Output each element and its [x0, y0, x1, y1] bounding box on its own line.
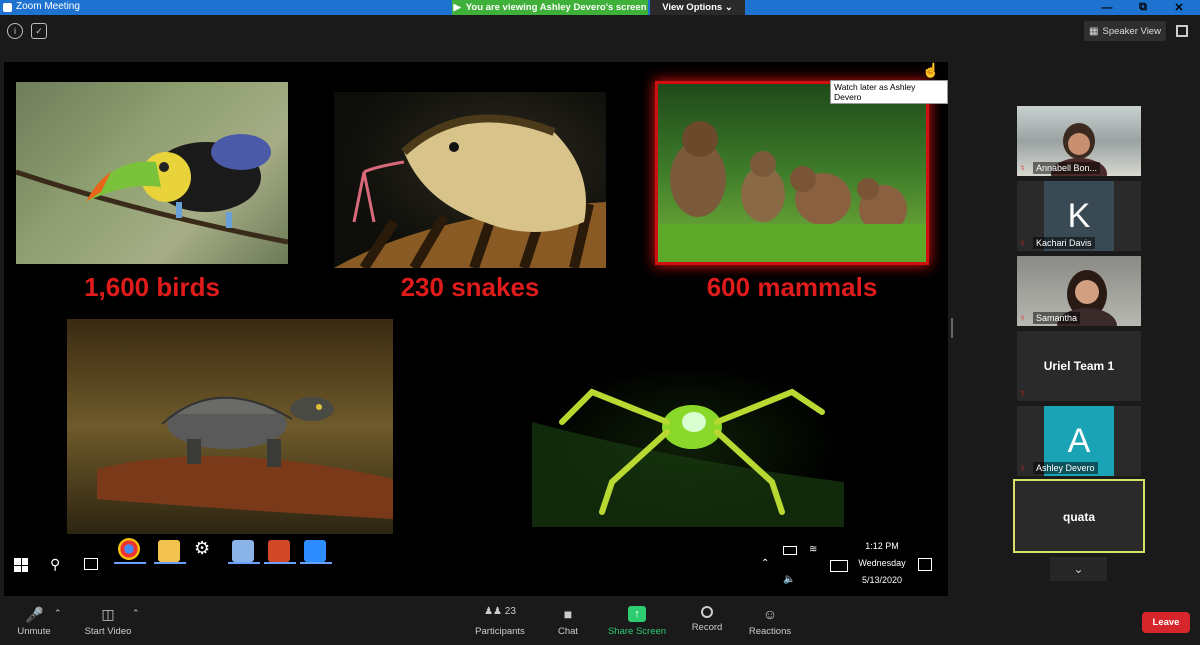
chat-button[interactable]: ■ Chat: [548, 598, 588, 637]
powerpoint-icon[interactable]: [268, 540, 290, 562]
scroll-down-chevron-icon[interactable]: ⌄: [1050, 557, 1107, 581]
windows-taskbar: ⚲ ⚙ ⌃ ≋ 🔈 1:12 PM Wednesday 5/13/2020: [4, 536, 948, 596]
monkeys-photo: [655, 81, 929, 265]
video-off-icon: ◫: [101, 606, 115, 622]
muted-mic-icon: ♮: [1021, 313, 1025, 323]
explorer-active-indicator: [154, 562, 186, 564]
chevron-up-icon[interactable]: ⌃: [761, 558, 769, 569]
audio-options-caret-icon[interactable]: ⌃: [54, 608, 62, 619]
mouse-cursor-icon: ☝: [922, 62, 940, 78]
chat-bubble-icon: ■: [563, 606, 573, 622]
zoom-app-icon: [3, 3, 12, 12]
task-view-icon[interactable]: [84, 558, 98, 570]
chrome-active-indicator: [114, 562, 146, 564]
participant-display-name: quata: [1062, 510, 1095, 524]
participant-display-name: Uriel Team 1: [1043, 359, 1115, 373]
record-label: Record: [691, 622, 723, 633]
shared-screen: 1,600 birds 230 snakes 600 mammals Watch…: [4, 62, 948, 596]
snake-photo: [334, 92, 606, 268]
record-icon: [701, 606, 713, 618]
volume-icon[interactable]: 🔈: [783, 574, 795, 585]
viewing-banner-text: You are viewing Ashley Devero's screen: [465, 2, 647, 13]
participants-count: 23: [504, 606, 516, 617]
participant-name: Ashley Devero: [1033, 462, 1098, 474]
clock-day: Wednesday: [858, 558, 906, 568]
unmute-button[interactable]: 🎤 Unmute: [10, 598, 58, 637]
leave-button[interactable]: Leave: [1142, 612, 1190, 633]
participant-tile-ashley[interactable]: A ♮ Ashley Devero: [1017, 406, 1141, 476]
reactions-label: Reactions: [748, 626, 792, 637]
watch-later-tooltip: Watch later as Ashley Devero: [830, 80, 948, 104]
participant-name: Annabell Bon...: [1033, 162, 1101, 174]
share-screen-label: Share Screen: [607, 626, 667, 637]
participant-name: Samantha: [1033, 312, 1081, 324]
view-options-button[interactable]: View Options ⌄: [650, 0, 745, 15]
wifi-icon[interactable]: ≋: [809, 544, 817, 555]
participant-tile-quata-active-speaker[interactable]: quata: [1013, 479, 1145, 553]
record-button[interactable]: Record: [686, 598, 728, 633]
search-icon[interactable]: ⚲: [50, 556, 60, 573]
snakes-caption: 230 snakes: [400, 272, 540, 302]
file-explorer-icon[interactable]: [158, 540, 180, 562]
info-icon[interactable]: i: [7, 23, 23, 39]
start-video-button[interactable]: ◫ Start Video: [80, 598, 136, 637]
zoom-taskbar-icon[interactable]: [304, 540, 326, 562]
muted-mic-icon: ♮: [1021, 238, 1025, 248]
snipping-active-indicator: [228, 562, 260, 564]
fullscreen-icon[interactable]: [1176, 25, 1188, 37]
security-shield-icon[interactable]: ✓: [31, 23, 47, 39]
restore-button[interactable]: ⧉: [1128, 0, 1158, 15]
clock-date: 5/13/2020: [861, 575, 903, 585]
keyboard-icon[interactable]: [830, 560, 848, 572]
speaker-view-button[interactable]: ▦ Speaker View: [1084, 21, 1166, 41]
start-video-label: Start Video: [84, 626, 132, 637]
participant-tile-annabell[interactable]: ♮ Annabell Bon...: [1017, 106, 1141, 176]
window-title: Zoom Meeting: [16, 1, 80, 12]
participant-tile-kachari[interactable]: K ♮ Kachari Davis: [1017, 181, 1141, 251]
notification-icon[interactable]: [918, 558, 932, 571]
participants-label: Participants: [475, 626, 525, 637]
close-button[interactable]: ✕: [1164, 0, 1194, 15]
panel-resize-handle[interactable]: [951, 318, 953, 338]
turtle-photo: [67, 319, 393, 534]
participant-name: Kachari Davis: [1033, 237, 1095, 249]
meeting-controls-bar: 🎤 Unmute ⌃ ◫ Start Video ⌃ ♟♟ 23 Partici…: [0, 598, 1200, 645]
muted-mic-icon: ♮: [1021, 163, 1025, 173]
video-options-caret-icon[interactable]: ⌃: [132, 608, 140, 619]
toucan-photo: [16, 82, 288, 264]
speaker-icon: ▶: [453, 2, 461, 13]
mammals-caption: 600 mammals: [706, 272, 878, 302]
powerpoint-active-indicator: [264, 562, 296, 564]
snipping-tool-icon[interactable]: [232, 540, 254, 562]
share-screen-button[interactable]: ↑ Share Screen: [604, 598, 670, 637]
windows-start-icon[interactable]: [14, 558, 28, 572]
reactions-button[interactable]: ☺ Reactions: [744, 598, 796, 637]
smiley-plus-icon: ☺: [762, 606, 778, 622]
zoom-active-indicator: [300, 562, 332, 564]
chat-label: Chat: [557, 626, 579, 637]
clock-time: 1:12 PM: [865, 541, 899, 551]
participants-icon: ♟♟ 23: [484, 606, 516, 617]
minimize-button[interactable]: —: [1092, 0, 1122, 15]
unmute-label: Unmute: [17, 626, 51, 637]
viewing-banner: ▶ You are viewing Ashley Devero's screen: [452, 0, 648, 15]
spider-photo: [532, 362, 844, 527]
settings-gear-icon[interactable]: ⚙: [194, 538, 210, 559]
share-screen-icon: ↑: [628, 606, 646, 622]
participant-tile-samantha[interactable]: ♮ Samantha: [1017, 256, 1141, 326]
birds-caption: 1,600 birds: [84, 272, 220, 302]
grid-icon: ▦: [1089, 25, 1099, 37]
chrome-icon[interactable]: [118, 538, 140, 560]
participant-tile-uriel[interactable]: Uriel Team 1 ♮: [1017, 331, 1141, 401]
muted-mic-icon: ♮: [1021, 388, 1025, 398]
muted-mic-icon: ♮: [1021, 463, 1025, 473]
speaker-view-label: Speaker View: [1102, 25, 1161, 37]
battery-icon[interactable]: [783, 546, 797, 555]
muted-microphone-icon: 🎤: [25, 607, 44, 624]
participants-button[interactable]: ♟♟ 23 Participants: [470, 598, 530, 637]
